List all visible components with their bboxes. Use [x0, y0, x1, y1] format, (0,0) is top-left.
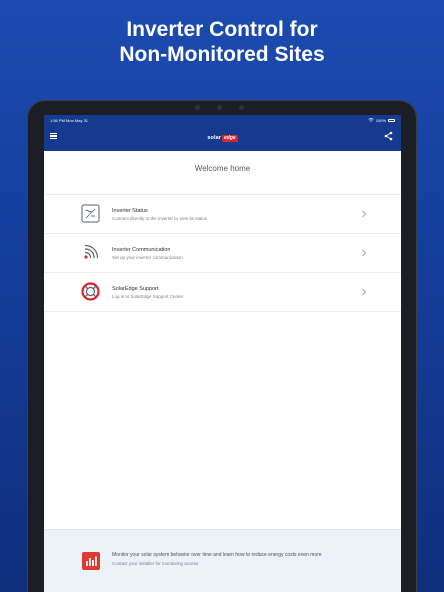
- promo-title: Inverter Control for Non-Monitored Sites: [0, 17, 444, 67]
- status-time-date: 1:56 PM Mon May 31: [50, 117, 89, 123]
- menu-item-text: SolarEdge Support Log in to SolarEdge Su…: [112, 285, 183, 300]
- menu-item-title: SolarEdge Support: [112, 285, 159, 292]
- menu-item-subtitle: Connect directly to the inverter to view…: [112, 215, 208, 221]
- communication-icon: [84, 244, 99, 259]
- logo-solar-text: solar: [207, 135, 221, 141]
- menu-item-subtitle: Set up your inverter communication: [112, 254, 183, 260]
- menu-list: Inverter Status Connect directly to the …: [44, 194, 401, 312]
- status-right: 100%: [368, 118, 395, 123]
- promo-title-line-2: Non-Monitored Sites: [119, 43, 325, 66]
- sensor-dot: [195, 105, 200, 110]
- hamburger-menu-icon[interactable]: [50, 133, 57, 139]
- app-bar: solar edge: [44, 125, 401, 151]
- banner-contact-installer: Contact your installer for monitoring ac…: [112, 561, 199, 566]
- menu-item-text: Inverter Communication Set up your inver…: [112, 246, 183, 261]
- menu-item-inverter-status[interactable]: Inverter Status Connect directly to the …: [44, 195, 401, 234]
- app-screen: 1:56 PM Mon May 31 100% solar edge Welco…: [44, 115, 401, 592]
- wifi-icon: [368, 118, 374, 122]
- menu-item-inverter-communication[interactable]: Inverter Communication Set up your inver…: [44, 234, 401, 273]
- monitoring-chart-icon[interactable]: [82, 552, 100, 570]
- share-icon[interactable]: [384, 131, 393, 141]
- battery-percent: 100%: [375, 117, 386, 123]
- solaredge-logo: solar edge: [207, 134, 238, 142]
- chevron-right-icon: [362, 288, 367, 296]
- camera-dot: [217, 105, 222, 110]
- menu-item-title: Inverter Status: [112, 207, 148, 214]
- inverter-icon: [81, 204, 100, 223]
- menu-item-solaredge-support[interactable]: SolarEdge Support Log in to SolarEdge Su…: [44, 273, 401, 312]
- monitoring-banner[interactable]: Monitor your solar system behavior over …: [44, 529, 401, 592]
- status-bar: 1:56 PM Mon May 31 100%: [44, 115, 401, 125]
- menu-item-title: Inverter Communication: [112, 246, 171, 253]
- promo-title-line-1: Inverter Control for: [126, 18, 318, 41]
- battery-icon: [388, 118, 395, 122]
- menu-item-text: Inverter Status Connect directly to the …: [112, 207, 207, 222]
- chevron-right-icon: [362, 249, 367, 257]
- logo-edge-text: edge: [221, 134, 238, 142]
- menu-item-subtitle: Log in to SolarEdge Support Center: [112, 293, 184, 299]
- chevron-right-icon: [362, 210, 367, 218]
- banner-message: Monitor your solar system behavior over …: [112, 552, 322, 558]
- sensor-dot: [239, 105, 244, 110]
- welcome-heading: Welcome home: [194, 164, 251, 173]
- banner-text: Monitor your solar system behavior over …: [112, 551, 322, 568]
- support-lifebuoy-icon: [81, 282, 100, 301]
